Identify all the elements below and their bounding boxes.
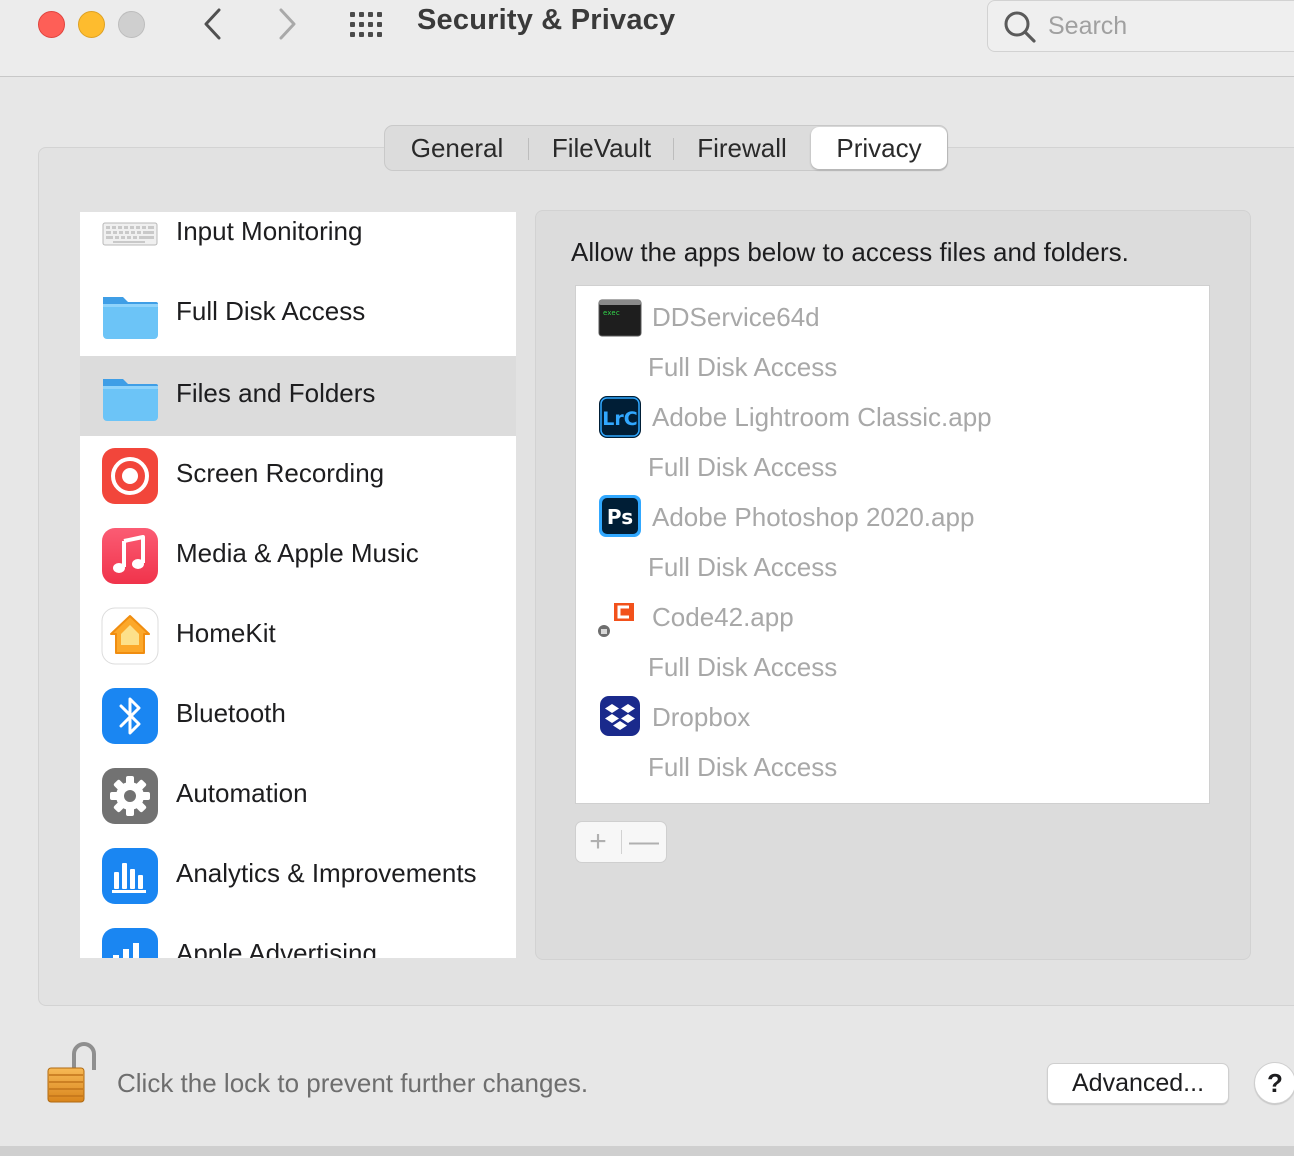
dropbox-icon bbox=[600, 696, 640, 736]
app-access-label: Full Disk Access bbox=[648, 552, 838, 582]
sidebar-item-screen-recording[interactable]: Screen Recording bbox=[80, 434, 516, 514]
sidebar-item-apple-advertising[interactable]: Apple Advertising bbox=[80, 914, 516, 958]
remove-app-button[interactable]: — bbox=[622, 822, 666, 862]
show-all-button[interactable] bbox=[348, 8, 388, 42]
bluetooth-icon bbox=[102, 688, 158, 744]
svg-text:Ps: Ps bbox=[607, 505, 633, 529]
svg-text:LrC: LrC bbox=[602, 408, 637, 430]
add-remove-controls: + — bbox=[575, 821, 667, 863]
forward-button[interactable] bbox=[267, 4, 307, 44]
sidebar-item-bluetooth[interactable]: Bluetooth bbox=[80, 674, 516, 754]
photoshop-icon: Ps bbox=[599, 495, 641, 537]
folder-icon bbox=[103, 379, 158, 421]
sidebar-item-files-and-folders[interactable]: Files and Folders bbox=[80, 356, 516, 436]
sidebar-item-label: Input Monitoring bbox=[176, 216, 363, 246]
homekit-icon bbox=[101, 607, 159, 665]
sidebar-item-label: Analytics & Improvements bbox=[176, 858, 477, 888]
screen-recording-icon bbox=[102, 448, 158, 504]
keyboard-icon bbox=[102, 222, 158, 246]
svg-text:exec: exec bbox=[603, 309, 620, 317]
sidebar-item-homekit[interactable]: HomeKit bbox=[80, 594, 516, 674]
chevron-right-icon bbox=[279, 8, 296, 40]
sidebar-item-label: HomeKit bbox=[176, 618, 276, 648]
tab-privacy[interactable]: Privacy bbox=[811, 127, 947, 169]
minimize-window-button[interactable] bbox=[78, 11, 105, 38]
sidebar-item-label: Files and Folders bbox=[176, 378, 376, 408]
sidebar-item-label: Media & Apple Music bbox=[176, 538, 419, 568]
app-name: Adobe Photoshop 2020.app bbox=[652, 502, 975, 532]
search-field[interactable] bbox=[987, 0, 1294, 52]
chevron-left-icon bbox=[204, 8, 221, 40]
sidebar-item-label: Screen Recording bbox=[176, 458, 385, 488]
panel-heading: Allow the apps below to access files and… bbox=[571, 237, 1129, 267]
analytics-icon bbox=[102, 848, 158, 904]
sidebar-item-label: Automation bbox=[176, 778, 308, 808]
sidebar-item-label: Apple Advertising bbox=[176, 938, 377, 958]
music-icon bbox=[102, 528, 158, 584]
sidebar-item-label: Bluetooth bbox=[176, 698, 286, 728]
tab-general[interactable]: General bbox=[385, 127, 529, 169]
app-name: Code42.app bbox=[652, 602, 794, 632]
sidebar-item-media-apple-music[interactable]: Media & Apple Music bbox=[80, 514, 516, 594]
close-window-button[interactable] bbox=[38, 11, 65, 38]
lock-status-text: Click the lock to prevent further change… bbox=[117, 1068, 589, 1098]
app-access-label: Full Disk Access bbox=[648, 652, 838, 682]
gear-icon bbox=[102, 768, 158, 824]
system-preferences-window: Security & Privacy General FileVault Fir… bbox=[0, 0, 1294, 1146]
tab-filevault[interactable]: FileVault bbox=[529, 127, 674, 169]
sidebar-item-full-disk-access[interactable]: Full Disk Access bbox=[80, 274, 516, 354]
sidebar-item-analytics-improvements[interactable]: Analytics & Improvements bbox=[80, 834, 516, 914]
app-access-label: Full Disk Access bbox=[648, 452, 838, 482]
lock-icon[interactable] bbox=[44, 1040, 100, 1108]
terminal-exec-icon: exec bbox=[598, 299, 642, 337]
zoom-window-button[interactable] bbox=[118, 11, 145, 38]
search-input[interactable] bbox=[1048, 10, 1288, 42]
grid-icon bbox=[350, 12, 382, 37]
add-app-button[interactable]: + bbox=[576, 822, 620, 862]
app-access-label: Full Disk Access bbox=[648, 752, 838, 782]
search-icon bbox=[1004, 11, 1036, 43]
sidebar-item-input-monitoring[interactable]: Input Monitoring bbox=[80, 212, 516, 274]
sidebar-item-automation[interactable]: Automation bbox=[80, 754, 516, 834]
folder-icon bbox=[103, 297, 158, 339]
tab-bar: General FileVault Firewall Privacy bbox=[384, 125, 948, 171]
app-name: DDService64d bbox=[652, 302, 820, 332]
advertising-icon bbox=[102, 928, 158, 958]
tab-firewall[interactable]: Firewall bbox=[674, 127, 810, 169]
privacy-category-list[interactable]: Input Monitoring Full Disk Access Files … bbox=[80, 212, 516, 958]
lightroom-icon: LrC bbox=[599, 396, 641, 438]
app-name: Adobe Lightroom Classic.app bbox=[652, 402, 992, 432]
app-access-label: Full Disk Access bbox=[648, 352, 838, 382]
sidebar-item-label: Full Disk Access bbox=[176, 296, 366, 326]
code42-icon bbox=[598, 597, 638, 637]
help-button[interactable]: ? bbox=[1254, 1062, 1294, 1104]
app-name: Dropbox bbox=[652, 702, 751, 732]
window-title: Security & Privacy bbox=[417, 4, 676, 36]
advanced-button[interactable]: Advanced... bbox=[1047, 1063, 1229, 1104]
back-button[interactable] bbox=[193, 4, 233, 44]
app-access-list[interactable]: exec DDService64d Full Disk Access LrC A… bbox=[575, 285, 1210, 804]
toolbar: Security & Privacy bbox=[0, 0, 1294, 77]
